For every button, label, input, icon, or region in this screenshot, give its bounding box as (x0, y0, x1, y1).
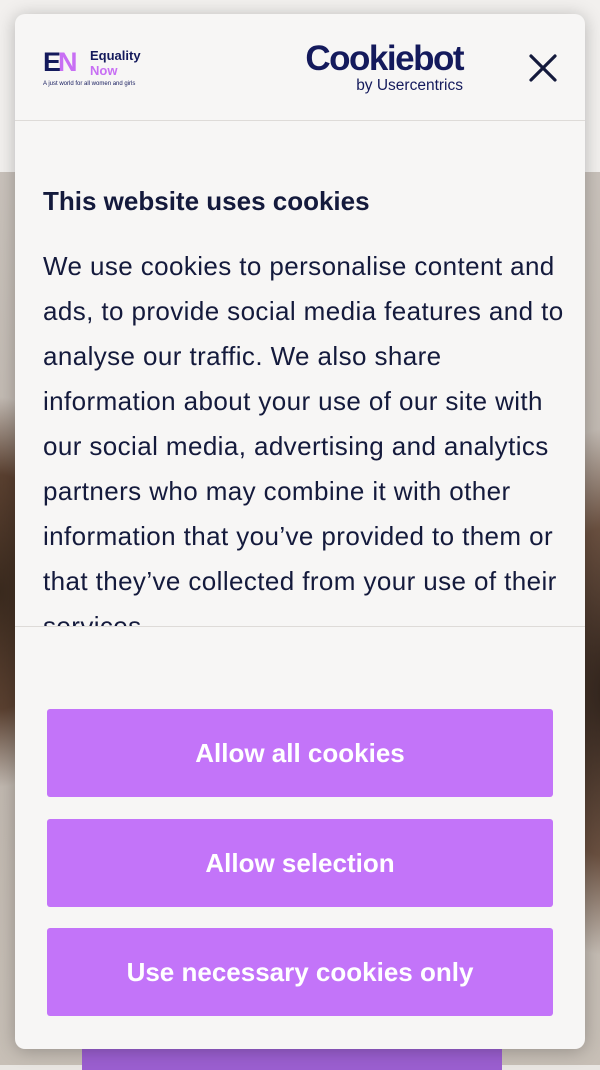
close-icon (529, 54, 557, 82)
dialog-title: This website uses cookies (43, 186, 370, 216)
allow-all-cookies-button[interactable]: Allow all cookies (47, 709, 553, 797)
close-button[interactable] (525, 50, 561, 86)
cookiebot-byline: by Usercentrics (356, 77, 463, 94)
dialog-description: We use cookies to personalise content an… (43, 251, 564, 627)
dialog-header: EN Equality Now A just world for all wom… (15, 14, 585, 121)
dialog-body-scroll[interactable]: This website uses cookies We use cookies… (15, 121, 585, 627)
equality-now-logo: EN Equality Now A just world for all wom… (43, 48, 153, 90)
cookie-consent-dialog: EN Equality Now A just world for all wom… (15, 14, 585, 1049)
necessary-cookies-only-button[interactable]: Use necessary cookies only (47, 928, 553, 1016)
cookiebot-logo[interactable]: Cookiebot by Usercentrics (298, 39, 464, 97)
equality-now-logo-name: Equality Now (90, 48, 141, 78)
equality-now-tagline: A just world for all women and girls (43, 81, 136, 87)
allow-selection-button[interactable]: Allow selection (47, 819, 553, 907)
equality-now-logo-mark: EN (43, 47, 77, 77)
cookiebot-wordmark: Cookiebot (305, 39, 464, 78)
